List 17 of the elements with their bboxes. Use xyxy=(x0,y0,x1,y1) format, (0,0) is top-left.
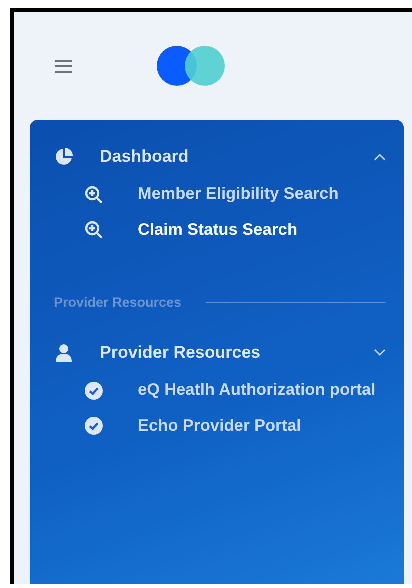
nav-item[interactable]: Echo Provider Portal xyxy=(138,414,302,440)
check-circle-icon xyxy=(85,417,103,436)
nav-item[interactable]: Member Eligibility Search xyxy=(138,182,339,208)
nav-item[interactable]: eQ Heatlh Authorization portal xyxy=(138,378,376,404)
zoom-in-icon xyxy=(85,221,103,240)
menu-icon[interactable] xyxy=(55,60,72,72)
user-icon xyxy=(55,344,73,362)
check-circle-icon xyxy=(85,382,103,400)
logo-icon xyxy=(157,46,225,86)
zoom-in-icon xyxy=(85,186,103,204)
nav-group[interactable]: Dashboard xyxy=(100,147,374,167)
chevron-icon[interactable] xyxy=(374,349,386,358)
pie-chart-icon xyxy=(55,148,73,166)
nav-group[interactable]: Provider Resources xyxy=(100,343,374,364)
chevron-icon[interactable] xyxy=(374,153,386,161)
nav-item[interactable]: Claim Status Search xyxy=(138,218,298,244)
section-heading: Provider Resources xyxy=(54,295,182,310)
